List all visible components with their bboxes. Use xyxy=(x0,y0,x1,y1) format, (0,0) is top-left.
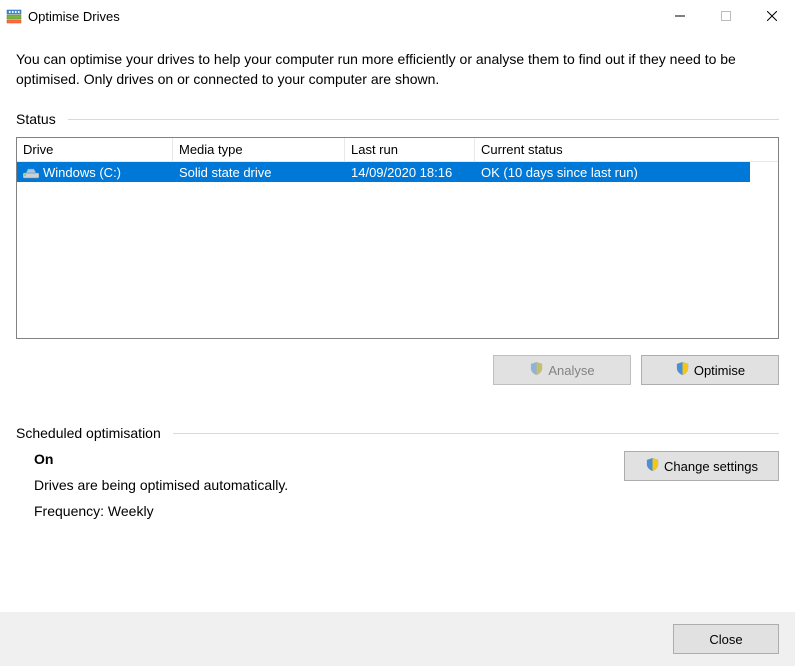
footer: Close xyxy=(0,612,795,666)
optimise-label: Optimise xyxy=(694,363,745,378)
drive-icon xyxy=(23,165,39,179)
separator-line xyxy=(68,119,779,120)
shield-icon xyxy=(675,361,690,379)
defrag-app-icon xyxy=(6,8,22,24)
description-text: You can optimise your drives to help you… xyxy=(16,50,779,89)
col-header-media[interactable]: Media type xyxy=(173,138,345,161)
optimise-button[interactable]: Optimise xyxy=(641,355,779,385)
separator-line xyxy=(173,433,779,434)
drive-row[interactable]: Windows (C:) Solid state drive 14/09/202… xyxy=(17,162,750,182)
close-label: Close xyxy=(709,632,742,647)
close-window-button[interactable] xyxy=(749,0,795,32)
status-section-header: Status xyxy=(16,111,779,127)
change-settings-button[interactable]: Change settings xyxy=(624,451,779,481)
scheduled-area: On Drives are being optimised automatica… xyxy=(16,451,779,519)
scheduled-frequency: Frequency: Weekly xyxy=(34,503,288,519)
scheduled-label: Scheduled optimisation xyxy=(16,425,161,441)
maximize-button xyxy=(703,0,749,32)
status-label: Status xyxy=(16,111,56,127)
scheduled-section-header: Scheduled optimisation xyxy=(16,425,779,441)
title-bar: Optimise Drives xyxy=(0,0,795,32)
scheduled-info: On Drives are being optimised automatica… xyxy=(16,451,288,519)
window-controls xyxy=(657,0,795,32)
shield-icon xyxy=(645,457,660,475)
drive-last-run: 14/09/2020 18:16 xyxy=(345,165,475,180)
col-header-status[interactable]: Current status xyxy=(475,138,778,161)
drive-list[interactable]: Drive Media type Last run Current status… xyxy=(16,137,779,339)
analyse-label: Analyse xyxy=(548,363,594,378)
change-settings-label: Change settings xyxy=(664,459,758,474)
drive-status: OK (10 days since last run) xyxy=(475,165,750,180)
drive-name: Windows (C:) xyxy=(43,165,121,180)
minimize-button[interactable] xyxy=(657,0,703,32)
shield-icon xyxy=(529,361,544,379)
scheduled-state: On xyxy=(34,451,288,467)
analyse-button: Analyse xyxy=(493,355,631,385)
column-headers: Drive Media type Last run Current status xyxy=(17,138,778,162)
window-title: Optimise Drives xyxy=(28,9,120,24)
content-area: You can optimise your drives to help you… xyxy=(0,32,795,519)
action-button-row: Analyse Optimise xyxy=(16,355,779,385)
close-button[interactable]: Close xyxy=(673,624,779,654)
col-header-drive[interactable]: Drive xyxy=(17,138,173,161)
drive-media: Solid state drive xyxy=(173,165,345,180)
col-header-last[interactable]: Last run xyxy=(345,138,475,161)
scheduled-desc: Drives are being optimised automatically… xyxy=(34,477,288,493)
title-bar-left: Optimise Drives xyxy=(6,8,120,24)
